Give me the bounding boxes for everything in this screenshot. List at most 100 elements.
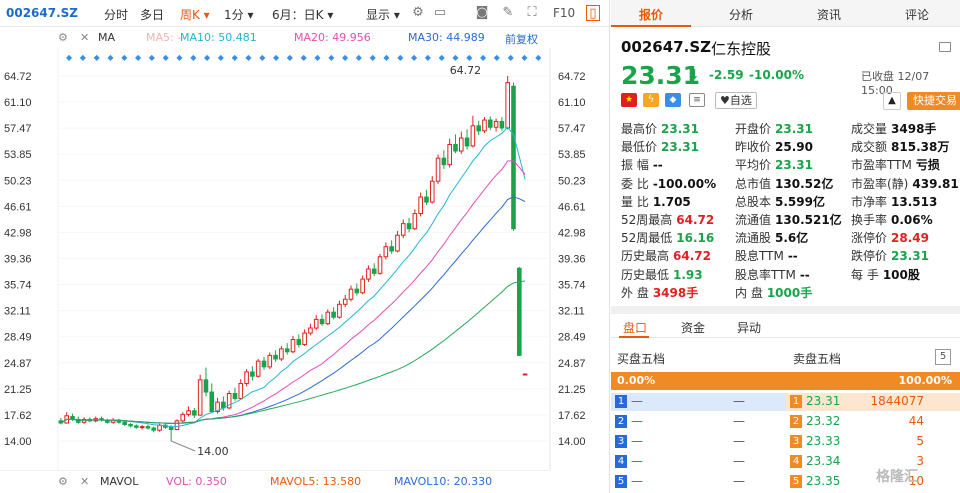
vol-close-icon[interactable]: ✕ xyxy=(80,475,89,488)
tab-1min[interactable]: 1分 ▾ xyxy=(224,6,253,23)
stat-label: 每 手 xyxy=(851,267,879,282)
tab-events[interactable]: 异动 xyxy=(737,319,761,336)
stat-value: 439.811 xyxy=(912,176,960,191)
adjust-button[interactable]: 前复权 xyxy=(505,31,538,47)
mavol10-value: MAVOL10: 20.330 xyxy=(394,475,493,488)
tab-multiday[interactable]: 多日 xyxy=(140,6,164,23)
stat-label: 股息TTM xyxy=(735,249,784,264)
y-axis-label-left: 14.00 xyxy=(4,436,32,448)
low-pointer xyxy=(170,440,196,452)
candle-body xyxy=(139,426,145,429)
add-watchlist-button[interactable]: ♥自选 xyxy=(715,92,757,109)
sell-ratio: 100.00% xyxy=(898,374,952,387)
y-axis-label-right: 64.72 xyxy=(558,71,586,83)
candle-body xyxy=(157,424,162,431)
tab-news[interactable]: 资讯 xyxy=(817,6,841,23)
candle-body xyxy=(383,246,389,258)
event-dot: ◆ xyxy=(204,53,211,62)
event-dot: ◆ xyxy=(218,53,225,62)
tab-underline xyxy=(611,25,691,27)
minimize-icon[interactable] xyxy=(939,42,951,52)
camera-icon[interactable]: ◙ xyxy=(474,5,490,21)
buy-level-index: 1 xyxy=(615,395,627,408)
y-axis-label-left: 64.72 xyxy=(4,71,32,83)
quote-panel: 报价 分析 资讯 评论 002647.SZ 仁东控股 23.31 ⬇ -2.59… xyxy=(611,0,960,493)
y-axis-label-right: 53.85 xyxy=(558,149,586,161)
alert-bell-icon[interactable]: ▲ xyxy=(883,92,901,110)
stat-value: 23.31 xyxy=(661,140,699,155)
stat-8-2: 每 手 100股 xyxy=(851,266,920,283)
panel-toggle-icon[interactable]: ▯ xyxy=(586,5,600,21)
f10-button[interactable]: F10 xyxy=(553,6,575,20)
tab-analysis[interactable]: 分析 xyxy=(729,6,753,23)
stat-value: 23.31 xyxy=(775,158,813,173)
candle-body xyxy=(238,382,244,400)
mavol-label: MAVOL xyxy=(100,475,139,488)
display-select[interactable]: 显示 ▾ xyxy=(366,6,400,23)
news-icon[interactable]: ≡ xyxy=(689,93,705,107)
stat-value: 100股 xyxy=(882,267,920,282)
tab-intraday[interactable]: 分时 xyxy=(104,6,128,23)
quote-tabs: 报价 分析 资讯 评论 xyxy=(611,0,960,27)
ma-settings-icon[interactable]: ⚙ xyxy=(58,31,68,44)
fullscreen-icon[interactable]: ⛶ xyxy=(524,5,540,21)
buy-level: 1 — — xyxy=(611,393,786,411)
candle-body xyxy=(342,298,348,305)
stat-label: 换手率 xyxy=(851,213,888,227)
stat-1-0: 最低价 23.31 xyxy=(621,138,699,155)
stat-label: 52周最低 xyxy=(621,231,673,246)
stat-3-1: 总市值 130.52亿 xyxy=(735,175,833,192)
sell-level-index: 4 xyxy=(790,455,802,468)
sell-volume: 44 xyxy=(908,414,924,428)
candle-body xyxy=(232,393,238,400)
stat-0-0: 最高价 23.31 xyxy=(621,120,699,137)
event-dot: ◆ xyxy=(397,53,404,62)
candle-body xyxy=(482,119,487,132)
candle-body xyxy=(319,318,325,325)
quick-trade-button[interactable]: 快捷交易 xyxy=(907,92,960,110)
lightning-icon[interactable]: ϟ xyxy=(643,93,659,107)
settings-icon[interactable]: ⚙ xyxy=(410,5,426,21)
y-axis-label-right: 42.98 xyxy=(558,227,586,239)
tab-weekly-k[interactable]: 周K ▾ xyxy=(180,6,210,23)
event-dot: ◆ xyxy=(314,53,321,62)
tab-comments[interactable]: 评论 xyxy=(905,6,929,23)
stat-value: 23.31 xyxy=(661,122,699,136)
period-select[interactable]: 6月：日K ▾ xyxy=(272,6,333,23)
orderbook-tabs: 盘口 资金 异动 xyxy=(611,316,960,338)
pen-icon[interactable]: ✎ xyxy=(500,5,516,21)
tab-funds[interactable]: 资金 xyxy=(681,319,705,336)
stat-2-0: 振 幅 -- xyxy=(621,156,663,173)
stat-4-1: 总股本 5.599亿 xyxy=(735,193,825,210)
stat-label: 最高价 xyxy=(621,122,658,136)
y-axis-label-left: 39.36 xyxy=(4,254,32,266)
stat-8-1: 股息率TTM -- xyxy=(735,266,810,283)
candle-body xyxy=(267,354,273,368)
buy-level-index: 4 xyxy=(615,455,627,468)
stat-label: 流通值 xyxy=(735,213,772,227)
stat-label: 总市值 xyxy=(735,176,772,191)
candle-body xyxy=(151,427,157,431)
stat-label: 最低价 xyxy=(621,140,658,155)
crop-icon[interactable]: ▭ xyxy=(432,5,448,21)
candle-body xyxy=(122,421,128,425)
y-axis-label-left: 21.25 xyxy=(4,384,32,396)
candle-body xyxy=(313,318,319,329)
stat-label: 开盘价 xyxy=(735,122,772,136)
sell-level: 1 23.31 1844077 xyxy=(786,393,960,411)
ma30-line xyxy=(60,196,526,424)
vol-settings-icon[interactable]: ⚙ xyxy=(58,475,68,488)
buy-level-index: 2 xyxy=(615,415,627,428)
stat-1-1: 昨收价 25.90 xyxy=(735,138,813,155)
tab-quote[interactable]: 报价 xyxy=(639,6,663,23)
sell-level: 5 23.35 10 xyxy=(786,473,960,491)
ma-close-icon[interactable]: ✕ xyxy=(80,31,89,44)
watermark: 格隆汇 xyxy=(876,469,918,485)
orderbook-mode-icon[interactable]: 5 xyxy=(935,349,951,365)
buy-price: — xyxy=(631,394,643,408)
event-dot: ◆ xyxy=(94,53,101,62)
y-axis-label-right: 35.74 xyxy=(558,280,586,292)
tag-icon[interactable]: ◆ xyxy=(665,93,681,107)
y-axis-label-right: 24.87 xyxy=(558,358,586,370)
tab-orderbook[interactable]: 盘口 xyxy=(623,319,647,336)
